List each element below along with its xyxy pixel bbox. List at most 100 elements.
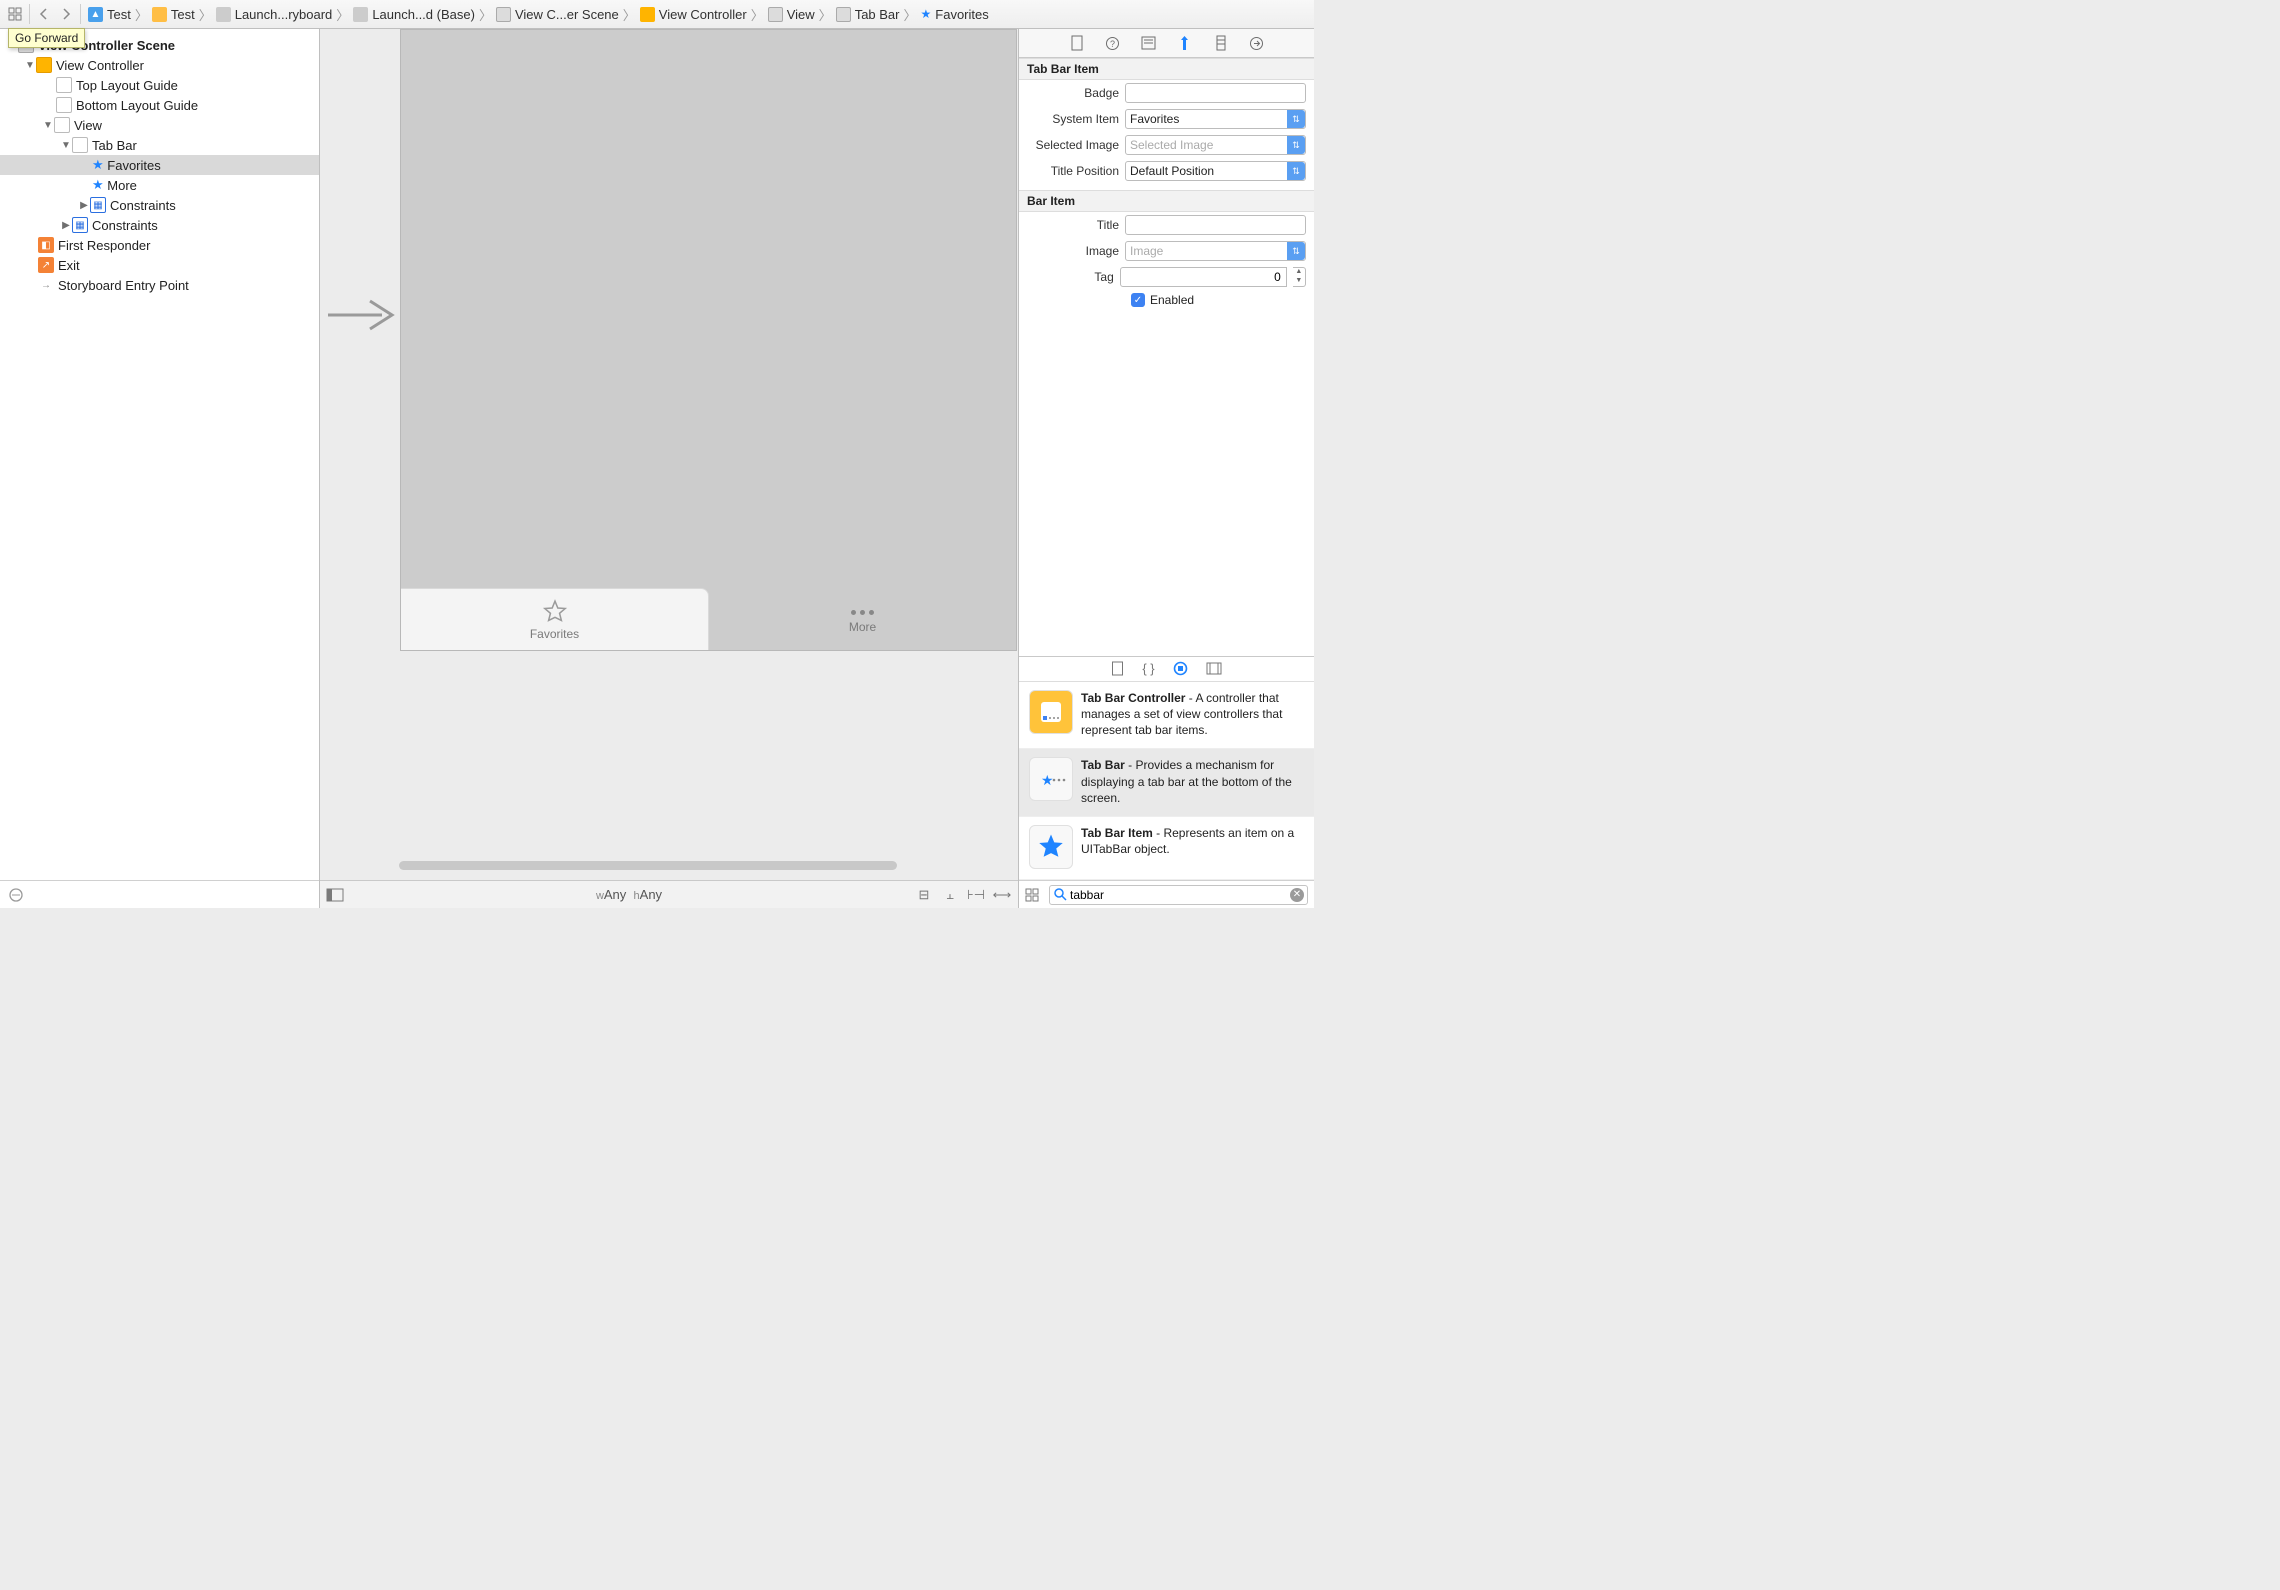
row-selected-image: Selected Image Selected Image⇅ <box>1019 132 1314 158</box>
tab-more[interactable]: More <box>709 588 1016 650</box>
library-bottom-bar: ✕ <box>1019 880 1314 908</box>
viewcontroller-icon <box>36 57 52 73</box>
breadcrumb-toolbar: ▲Test 〉 Test 〉 Launch...ryboard 〉 Launch… <box>0 0 1314 29</box>
input-badge[interactable] <box>1125 83 1306 103</box>
crumb-scene[interactable]: View C...er Scene <box>492 7 623 22</box>
star-icon: ★ <box>92 177 104 193</box>
layoutguide-icon <box>56 77 72 93</box>
label-tag: Tag <box>1027 270 1114 284</box>
stepper-down[interactable]: ▼ <box>1293 277 1305 286</box>
object-library-tab[interactable] <box>1173 661 1188 676</box>
crumb-test-folder[interactable]: Test <box>148 7 199 22</box>
crumb-viewcontroller[interactable]: View Controller <box>636 7 751 22</box>
horizontal-scrollbar[interactable] <box>399 861 897 870</box>
tab-label: Favorites <box>530 627 579 641</box>
outline-top-layout-guide[interactable]: Top Layout Guide <box>0 75 319 95</box>
pin-button[interactable]: ⊦⊣ <box>966 887 986 903</box>
resolve-button[interactable]: ⟷ <box>992 887 1012 903</box>
view-icon <box>768 7 783 22</box>
svg-text:★: ★ <box>1041 772 1054 788</box>
chevron-updown-icon: ⇅ <box>1287 162 1305 180</box>
project-icon: ▲ <box>88 7 103 22</box>
back-button[interactable] <box>33 3 55 25</box>
forward-button[interactable] <box>55 3 77 25</box>
file-inspector-tab[interactable] <box>1067 33 1087 53</box>
crumb-tabbar[interactable]: Tab Bar <box>832 7 904 22</box>
select-image[interactable]: Image⇅ <box>1125 241 1306 261</box>
outline-view[interactable]: ▼View <box>0 115 319 135</box>
tabbar-icon <box>72 137 88 153</box>
row-system-item: System Item Favorites⇅ <box>1019 106 1314 132</box>
outline-favorites[interactable]: ★ Favorites <box>0 155 319 175</box>
breadcrumb: ▲Test 〉 Test 〉 Launch...ryboard 〉 Launch… <box>84 0 1314 28</box>
size-inspector-tab[interactable] <box>1211 33 1231 53</box>
row-badge: Badge <box>1019 80 1314 106</box>
select-title-position[interactable]: Default Position⇅ <box>1125 161 1306 181</box>
outline-viewcontroller[interactable]: ▼View Controller <box>0 55 319 75</box>
attributes-inspector-tab[interactable] <box>1175 33 1195 53</box>
outline-constraints-outer[interactable]: ▶▦Constraints <box>0 215 319 235</box>
related-items-icon[interactable] <box>4 3 26 25</box>
inspector-tabs: ? <box>1019 29 1314 58</box>
section-tabbaritem: Tab Bar Item <box>1019 58 1314 80</box>
crumb-favorites[interactable]: ★Favorites <box>917 7 993 22</box>
stepper-tag[interactable]: ▲▼ <box>1293 267 1306 287</box>
layoutguide-icon <box>56 97 72 113</box>
segue-entry-arrow <box>326 297 396 333</box>
outline-more[interactable]: ★ More <box>0 175 319 195</box>
row-title-position: Title Position Default Position⇅ <box>1019 158 1314 184</box>
file-template-tab[interactable] <box>1111 661 1124 676</box>
label-title: Title <box>1027 218 1119 232</box>
outline-bottom-layout-guide[interactable]: Bottom Layout Guide <box>0 95 319 115</box>
library-search-input[interactable] <box>1049 885 1308 905</box>
label-badge: Badge <box>1027 86 1119 100</box>
library-item-tabbarcontroller[interactable]: Tab Bar Controller - A controller that m… <box>1019 682 1314 750</box>
crumb-view[interactable]: View <box>764 7 819 22</box>
outline-exit[interactable]: ↗Exit <box>0 255 319 275</box>
canvas-viewport[interactable]: Favorites More <box>320 29 1018 880</box>
crumb-test-project[interactable]: ▲Test <box>84 7 135 22</box>
library-grid-toggle[interactable] <box>1025 888 1043 902</box>
tooltip-go-forward: Go Forward <box>8 28 85 48</box>
tabbar-preview: Favorites More <box>401 588 1016 650</box>
checkbox-enabled[interactable]: ✓ <box>1131 293 1145 307</box>
identity-inspector-tab[interactable] <box>1139 33 1159 53</box>
clear-search-button[interactable]: ✕ <box>1290 888 1304 902</box>
input-title[interactable] <box>1125 215 1306 235</box>
outline-entry-point[interactable]: →Storyboard Entry Point <box>0 275 319 295</box>
stepper-up[interactable]: ▲ <box>1293 268 1305 277</box>
document-outline: ▼View Controller Scene ▼View Controller … <box>0 29 320 908</box>
outline-first-responder[interactable]: ◧First Responder <box>0 235 319 255</box>
size-class-control[interactable]: wAny hAny <box>596 887 662 902</box>
select-selected-image[interactable]: Selected Image⇅ <box>1125 135 1306 155</box>
input-tag[interactable] <box>1120 267 1287 287</box>
stack-button[interactable]: ⊟ <box>914 887 934 903</box>
help-inspector-tab[interactable]: ? <box>1103 33 1123 53</box>
row-tag: Tag ▲▼ <box>1019 264 1314 290</box>
toggle-outline-button[interactable] <box>326 888 344 902</box>
outline-tabbar[interactable]: ▼Tab Bar <box>0 135 319 155</box>
row-title: Title <box>1019 212 1314 238</box>
tab-favorites[interactable]: Favorites <box>401 588 709 650</box>
crumb-storyboard-file[interactable]: Launch...ryboard <box>212 7 337 22</box>
align-button[interactable]: ⫠ <box>940 887 960 903</box>
filter-icon[interactable] <box>8 887 24 903</box>
star-outline-icon <box>542 599 568 625</box>
outline-constraints-inner[interactable]: ▶▦Constraints <box>0 195 319 215</box>
library-item-title: Tab Bar <box>1081 758 1125 772</box>
code-snippet-tab[interactable]: { } <box>1142 661 1154 676</box>
label-title-position: Title Position <box>1027 164 1119 178</box>
connections-inspector-tab[interactable] <box>1247 33 1267 53</box>
crumb-storyboard-base[interactable]: Launch...d (Base) <box>349 7 479 22</box>
media-library-tab[interactable] <box>1206 662 1222 675</box>
chevron-updown-icon: ⇅ <box>1287 242 1305 260</box>
canvas-device[interactable]: Favorites More <box>400 29 1017 651</box>
library-item-title: Tab Bar Item <box>1081 826 1153 840</box>
storyboard-icon <box>216 7 231 22</box>
utilities-panel: ? Tab Bar Item Badge System Item Favorit… <box>1019 29 1314 908</box>
library-item-tabbaritem[interactable]: Tab Bar Item - Represents an item on a U… <box>1019 817 1314 880</box>
star-icon: ★ <box>921 7 932 21</box>
select-system-item[interactable]: Favorites⇅ <box>1125 109 1306 129</box>
layout-buttons: ⊟ ⫠ ⊦⊣ ⟷ <box>914 887 1012 903</box>
library-item-tabbar[interactable]: ★ Tab Bar - Provides a mechanism for dis… <box>1019 749 1314 817</box>
